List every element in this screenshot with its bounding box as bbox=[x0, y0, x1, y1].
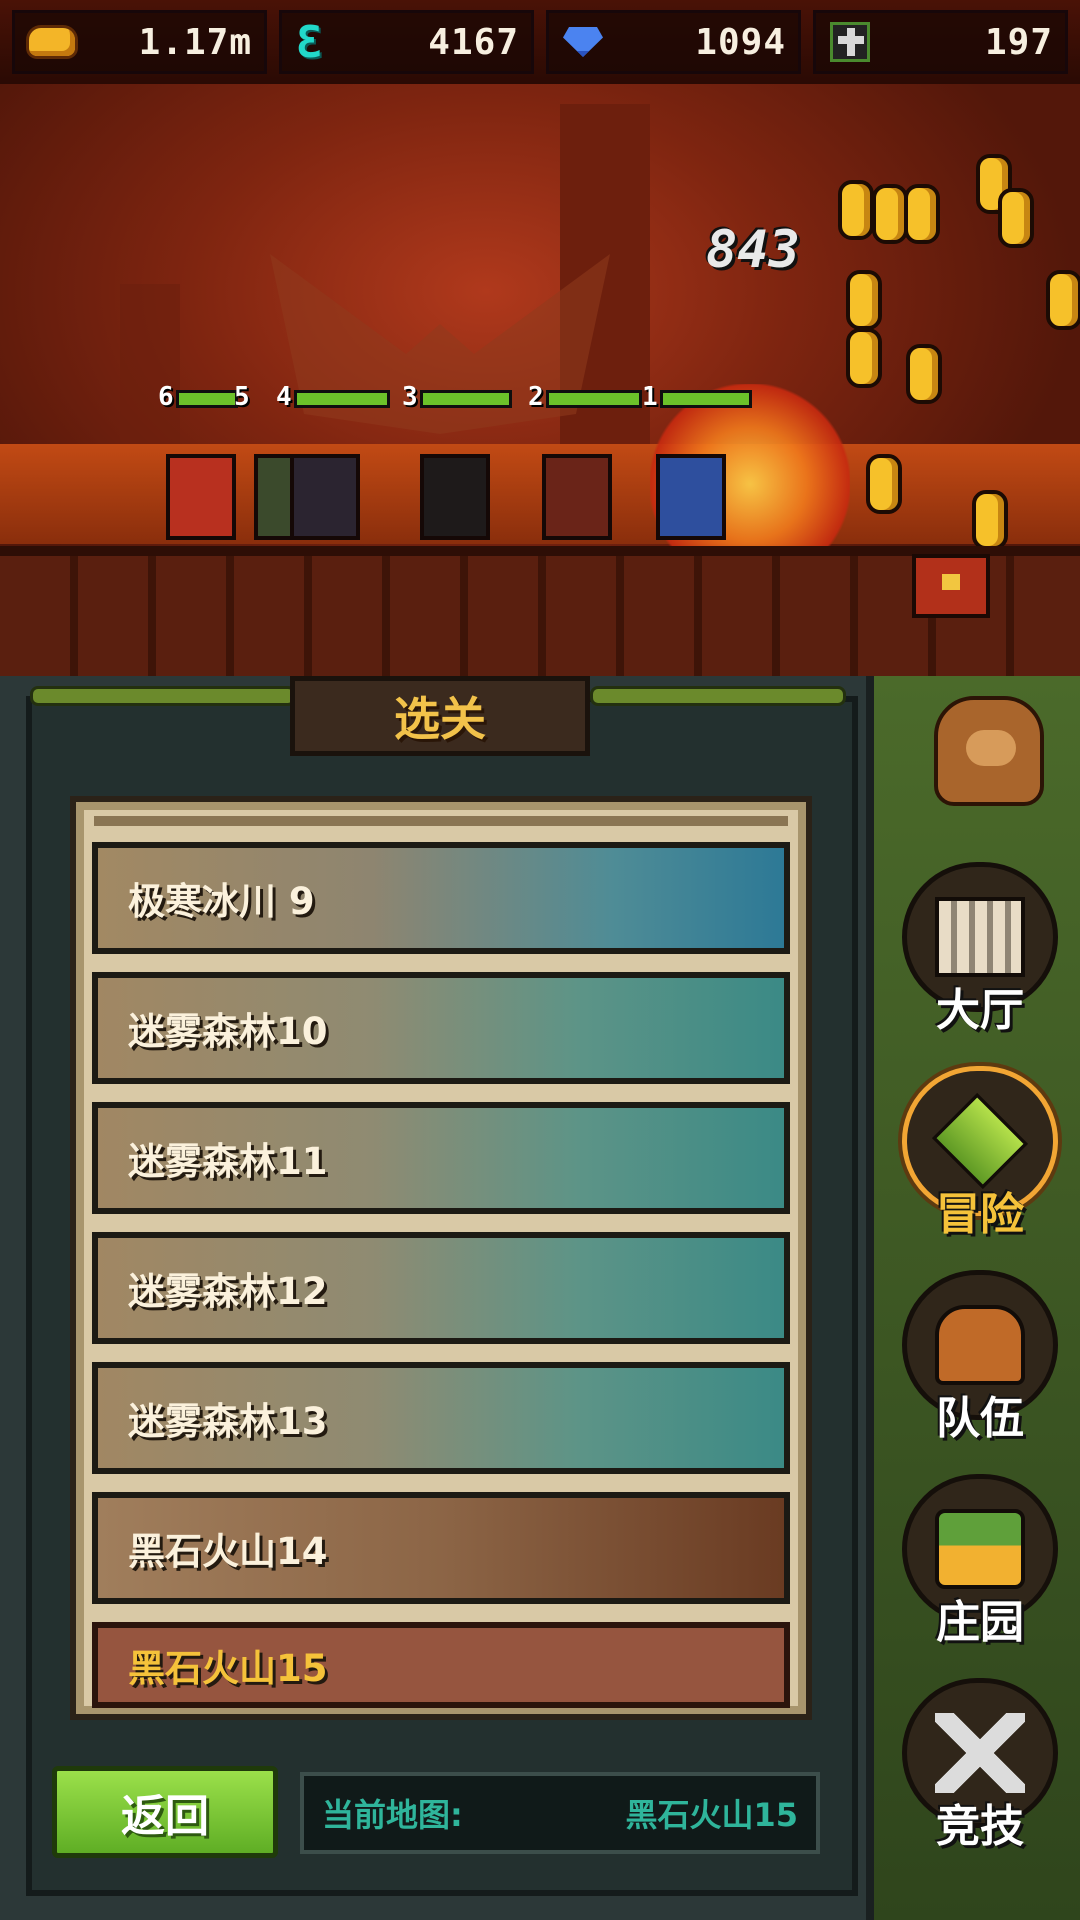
stage-item[interactable]: 迷雾森林13 bbox=[92, 1362, 790, 1474]
stage-label: 黑石火山15 bbox=[128, 1647, 328, 1690]
gold-value: 1.17m bbox=[138, 21, 252, 63]
stage-item[interactable]: 极寒冰川 9 bbox=[92, 842, 790, 954]
vine-decoration bbox=[30, 686, 296, 706]
current-map-value: 黑石火山15 bbox=[625, 1796, 798, 1834]
stage-item[interactable]: 迷雾森林10 bbox=[92, 972, 790, 1084]
back-button[interactable]: 返回 bbox=[52, 1766, 278, 1858]
hero-hp-bar bbox=[294, 390, 390, 408]
hero-slot-number: 3 bbox=[402, 382, 418, 412]
monkey-mascot-icon bbox=[934, 696, 1044, 806]
coin-icon bbox=[972, 490, 1008, 550]
stage-list[interactable]: 极寒冰川 9 迷雾森林10 迷雾森林11 迷雾森林12 迷雾森林13 黑石火山1… bbox=[70, 796, 812, 1720]
stage-item[interactable]: 迷雾森林12 bbox=[92, 1232, 790, 1344]
lava-floor bbox=[0, 444, 1080, 544]
nav-estate[interactable]: 庄园 bbox=[894, 1474, 1066, 1664]
hall-icon bbox=[935, 897, 1025, 977]
cross-counter[interactable]: 197 bbox=[813, 10, 1068, 74]
hero-slot-number: 4 bbox=[276, 382, 292, 412]
hero-slot-number: 2 bbox=[528, 382, 544, 412]
hero-slot-number: 6 bbox=[158, 382, 174, 412]
hero-sprite[interactable] bbox=[420, 454, 490, 540]
coin-icon bbox=[906, 344, 942, 404]
hero-sprite[interactable] bbox=[542, 454, 612, 540]
energy-icon: Ɛ bbox=[296, 16, 323, 68]
cross-icon bbox=[830, 22, 870, 62]
coin-icon bbox=[846, 328, 882, 388]
nav-hall[interactable]: 大厅 bbox=[894, 862, 1066, 1052]
current-map-label: 当前地图: bbox=[322, 1796, 463, 1834]
coin-icon bbox=[904, 184, 940, 244]
treasure-chest-icon[interactable] bbox=[912, 554, 990, 618]
diamond-icon bbox=[563, 27, 603, 57]
vine-decoration bbox=[590, 686, 846, 706]
hero-slot-number: 1 bbox=[642, 382, 658, 412]
coin-icon bbox=[1046, 270, 1080, 330]
energy-value: 4167 bbox=[428, 21, 519, 63]
stage-item[interactable]: 迷雾森林11 bbox=[92, 1102, 790, 1214]
back-button-label: 返回 bbox=[121, 1791, 209, 1842]
nav-estate-label: 庄园 bbox=[936, 1597, 1024, 1648]
nav-arena-label: 竞技 bbox=[936, 1801, 1024, 1852]
hero-hp-bar bbox=[660, 390, 752, 408]
damage-number: 843 bbox=[706, 220, 800, 280]
battle-scene: 843 6 5 4 3 2 1 bbox=[0, 84, 1080, 676]
energy-counter[interactable]: Ɛ 4167 bbox=[279, 10, 534, 74]
hero-sprite[interactable] bbox=[290, 454, 360, 540]
panel-title-plate: 选关 bbox=[290, 676, 590, 756]
coin-icon bbox=[872, 184, 908, 244]
coin-icon bbox=[846, 270, 882, 330]
nav-adventure[interactable]: 冒险 bbox=[894, 1066, 1066, 1256]
stage-item[interactable]: 黑石火山14 bbox=[92, 1492, 790, 1604]
coin-icon bbox=[998, 188, 1034, 248]
diamond-counter[interactable]: 1094 bbox=[546, 10, 801, 74]
stage-label: 迷雾森林13 bbox=[128, 1400, 328, 1443]
cross-value: 197 bbox=[984, 21, 1053, 63]
nav-adventure-label: 冒险 bbox=[936, 1189, 1024, 1240]
hero-hp-bar bbox=[546, 390, 642, 408]
nav-hall-label: 大厅 bbox=[936, 985, 1024, 1036]
stage-label: 黑石火山14 bbox=[128, 1530, 328, 1573]
coin-icon bbox=[866, 454, 902, 514]
gold-counter[interactable]: 1.17m bbox=[12, 10, 267, 74]
panel-title: 选关 bbox=[394, 692, 486, 746]
team-icon bbox=[935, 1305, 1025, 1385]
nav-team[interactable]: 队伍 bbox=[894, 1270, 1066, 1460]
gold-icon bbox=[29, 28, 75, 56]
stage-label: 迷雾森林12 bbox=[128, 1270, 328, 1313]
stage-item-selected[interactable]: 黑石火山15 bbox=[92, 1622, 790, 1708]
coin-icon bbox=[838, 180, 874, 240]
diamond-value: 1094 bbox=[695, 21, 786, 63]
adventure-icon bbox=[931, 1092, 1029, 1190]
estate-icon bbox=[935, 1509, 1025, 1589]
side-navigation: 大厅 冒险 队伍 庄园 竞技 bbox=[874, 676, 1080, 1920]
hero-sprite[interactable] bbox=[166, 454, 236, 540]
hero-hp-bar bbox=[176, 390, 238, 408]
hero-hp-bar bbox=[420, 390, 512, 408]
stage-label: 迷雾森林11 bbox=[128, 1140, 328, 1183]
hero-slot-number: 5 bbox=[234, 382, 250, 412]
current-map-display: 当前地图: 黑石火山15 bbox=[300, 1772, 820, 1854]
stage-label: 极寒冰川 9 bbox=[128, 880, 315, 923]
nav-arena[interactable]: 竞技 bbox=[894, 1678, 1066, 1868]
nav-team-label: 队伍 bbox=[936, 1393, 1024, 1444]
arena-icon bbox=[935, 1713, 1025, 1793]
resource-bar: 1.17m Ɛ 4167 1094 197 bbox=[0, 0, 1080, 84]
stage-label: 迷雾森林10 bbox=[128, 1010, 328, 1053]
hero-sprite[interactable] bbox=[656, 454, 726, 540]
